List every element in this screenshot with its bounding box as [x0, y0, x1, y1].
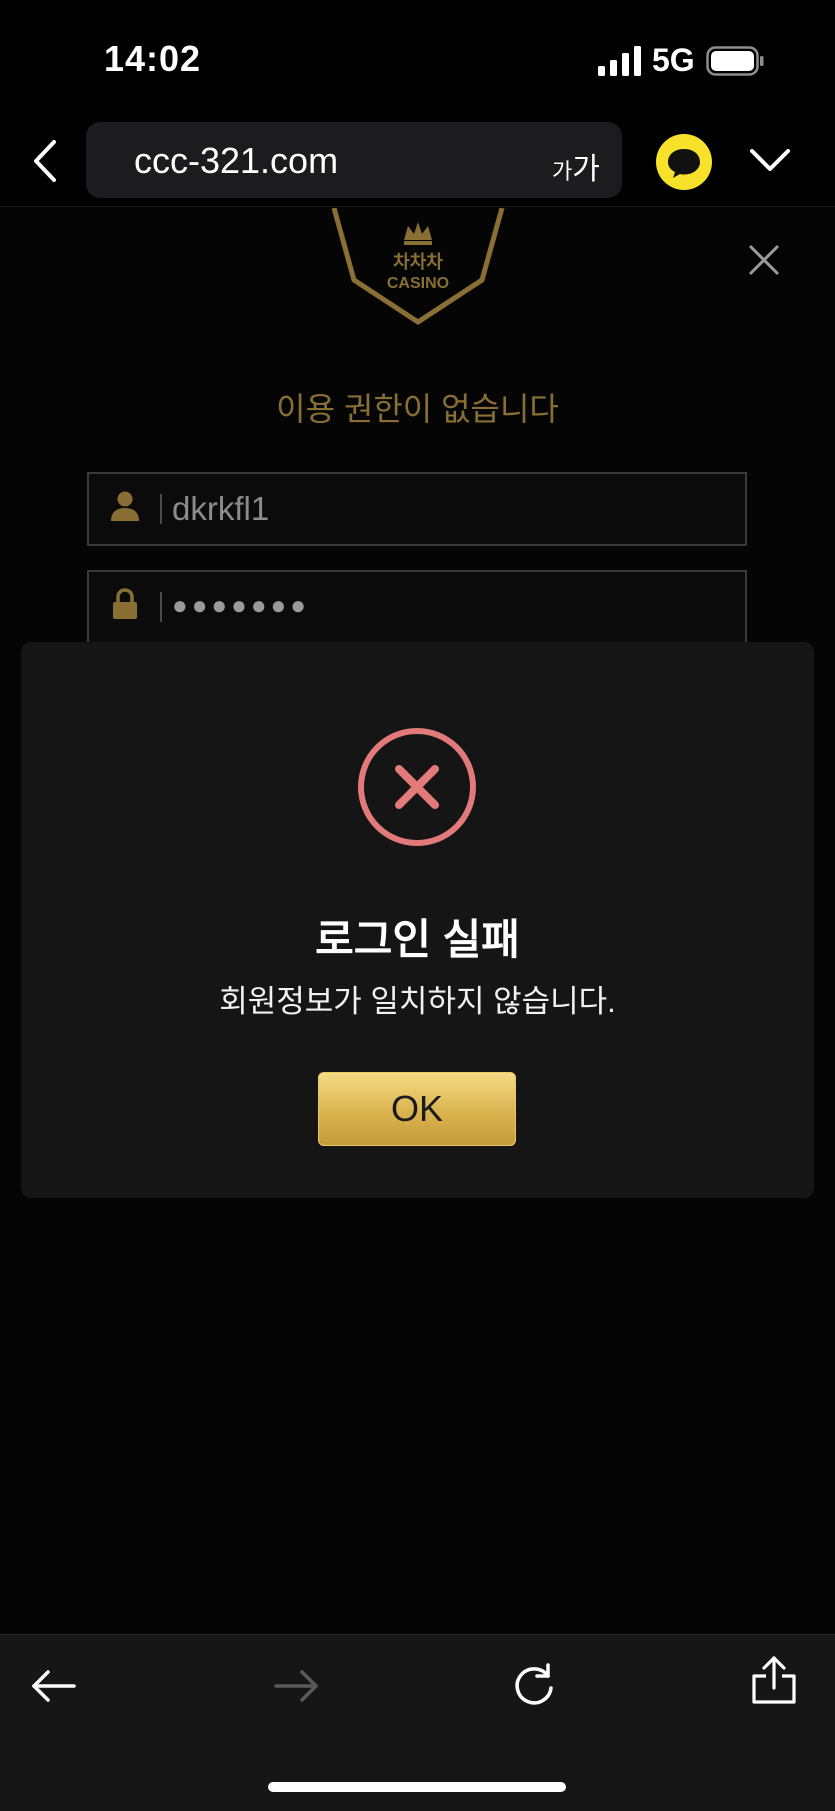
forward-arrow-icon[interactable]: [272, 1662, 320, 1710]
speech-bubble-icon: [668, 149, 700, 178]
text-size-small: 가: [552, 159, 573, 184]
status-time: 14:02: [104, 38, 202, 79]
lock-icon: [113, 588, 137, 619]
error-x-icon: [358, 728, 476, 846]
text-size-button[interactable]: 가가: [552, 144, 600, 188]
chevron-left-icon[interactable]: [28, 138, 62, 184]
close-icon[interactable]: [746, 242, 782, 278]
network-type: 5G: [652, 42, 695, 78]
logo-text-casino: CASINO: [387, 275, 449, 292]
text-size-large: 가: [572, 153, 600, 186]
share-icon[interactable]: [750, 1656, 798, 1704]
password-value[interactable]: ●●●●●●●: [172, 590, 310, 621]
chevron-down-icon[interactable]: [748, 146, 792, 174]
casino-logo: 차차차 CASINO: [331, 208, 505, 325]
field-separator: [160, 494, 162, 524]
ok-button[interactable]: OK: [318, 1072, 516, 1146]
dialog-title: 로그인 실패: [315, 916, 520, 963]
dialog-message: 회원정보가 일치하지 않습니다.: [219, 984, 616, 1019]
field-separator: [160, 592, 162, 622]
chat-button[interactable]: [656, 134, 712, 190]
url-text[interactable]: ccc-321.com: [134, 140, 338, 182]
permission-message: 이용 권한이 없습니다: [276, 391, 559, 427]
logo-text-korean: 차차차: [393, 252, 443, 273]
home-indicator[interactable]: [268, 1782, 566, 1792]
cellular-signal-icon: [598, 46, 641, 76]
battery-icon: [706, 46, 764, 76]
back-arrow-icon[interactable]: [30, 1662, 78, 1710]
reload-icon[interactable]: [510, 1660, 558, 1708]
username-value[interactable]: dkrkfl1: [172, 490, 269, 528]
toolbar-divider: [0, 1634, 835, 1635]
user-icon: [111, 491, 139, 521]
